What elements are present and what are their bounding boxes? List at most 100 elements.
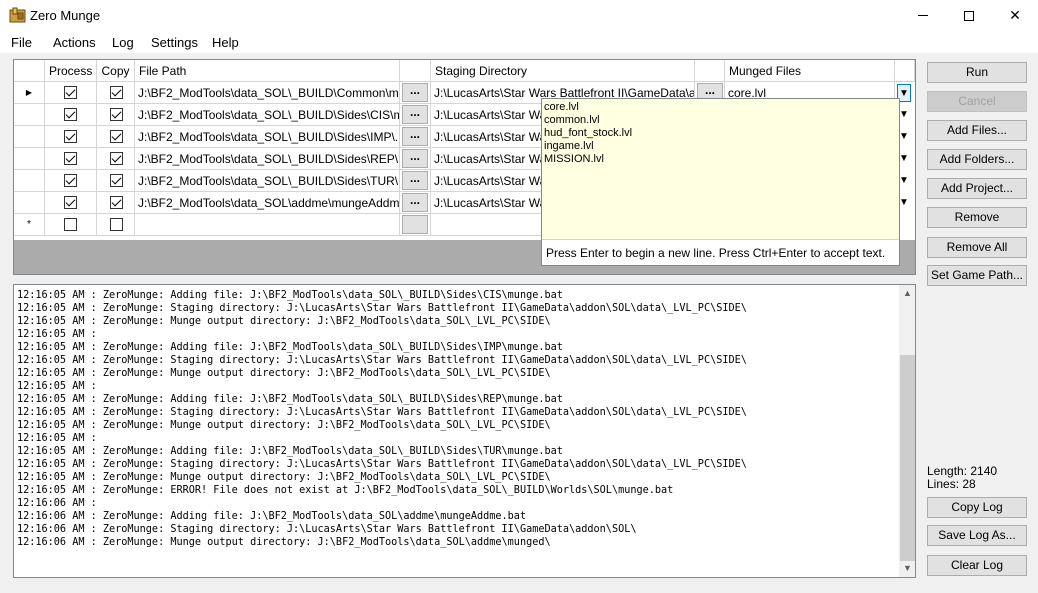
cancel-button[interactable]: Cancel (927, 91, 1027, 112)
dropdown-hint: Press Enter to begin a new line. Press C… (542, 239, 899, 265)
window-title: Zero Munge (30, 8, 101, 23)
munged-files-dropdown[interactable]: core.lvl common.lvl hud_font_stock.lvl inga… (541, 98, 900, 266)
browse-file-button[interactable]: ... (402, 83, 428, 102)
column-header-process[interactable]: Process (45, 60, 97, 82)
scroll-down-icon[interactable]: ▼ (899, 560, 915, 577)
copy-checkbox[interactable] (110, 108, 123, 121)
dropdown-item[interactable]: ingame.lvl (544, 140, 594, 153)
title-bar: Zero Munge ✕ (0, 0, 1038, 31)
row-header[interactable] (14, 126, 45, 148)
file-path-cell[interactable] (135, 214, 400, 236)
log-line: 12:16:06 AM : ZeroMunge: Adding file: J:… (17, 511, 527, 522)
menu-file[interactable]: File (11, 35, 32, 50)
process-checkbox[interactable] (64, 196, 77, 209)
column-header-munged[interactable]: Munged Files (725, 60, 895, 82)
copy-checkbox[interactable] (110, 174, 123, 187)
column-header-filler (895, 60, 915, 82)
file-path-cell[interactable]: J:\BF2_ModTools\data_SOL\_BUILD\Sides\IM… (135, 126, 400, 148)
log-line: 12:16:05 AM : ZeroMunge: Staging directo… (17, 303, 747, 314)
log-line: 12:16:06 AM : (17, 498, 97, 509)
menu-log[interactable]: Log (112, 35, 134, 50)
process-checkbox[interactable] (64, 174, 77, 187)
log-line: 12:16:05 AM : ZeroMunge: Staging directo… (17, 459, 747, 470)
log-scrollbar[interactable]: ▲ ▼ (899, 285, 915, 577)
log-line: 12:16:06 AM : ZeroMunge: Munge output di… (17, 537, 551, 548)
row-header[interactable] (14, 104, 45, 126)
copy-checkbox[interactable] (110, 196, 123, 209)
copy-log-button[interactable]: Copy Log (927, 497, 1027, 518)
log-line: 12:16:05 AM : ZeroMunge: Adding file: J:… (17, 394, 563, 405)
log-line: 12:16:05 AM : ZeroMunge: Adding file: J:… (17, 446, 563, 457)
process-checkbox[interactable] (64, 152, 77, 165)
close-icon: ✕ (1009, 7, 1021, 23)
file-path-cell[interactable]: J:\BF2_ModTools\data_SOL\_BUILD\Sides\TU… (135, 170, 400, 192)
log-line: 12:16:05 AM : (17, 381, 97, 392)
process-checkbox[interactable] (64, 130, 77, 143)
browse-file-button[interactable] (402, 215, 428, 234)
app-icon (9, 7, 26, 23)
dropdown-item[interactable]: common.lvl (544, 114, 600, 127)
column-header-file-path[interactable]: File Path (135, 60, 400, 82)
maximize-icon (964, 10, 974, 21)
file-path-cell[interactable]: J:\BF2_ModTools\data_SOL\_BUILD\Sides\RE… (135, 148, 400, 170)
file-path-cell[interactable]: J:\BF2_ModTools\data_SOL\_BUILD\Sides\CI… (135, 104, 400, 126)
menu-bar: File Actions Log Settings Help (0, 31, 1038, 53)
column-header-file-browse (400, 60, 431, 82)
browse-file-button[interactable]: ... (402, 127, 428, 146)
remove-button[interactable]: Remove (927, 207, 1027, 228)
dropdown-item[interactable]: hud_font_stock.lvl (544, 127, 632, 140)
log-lines: Lines: 28 (927, 477, 976, 491)
process-checkbox[interactable] (64, 218, 77, 231)
file-path-cell[interactable]: J:\BF2_ModTools\data_SOL\addme\mungeAddm… (135, 192, 400, 214)
copy-checkbox[interactable] (110, 130, 123, 143)
add-project-button[interactable]: Add Project... (927, 178, 1027, 199)
row-header[interactable]: * (14, 214, 45, 236)
column-header-staging[interactable]: Staging Directory (431, 60, 695, 82)
remove-all-button[interactable]: Remove All (927, 237, 1027, 258)
log-line: 12:16:05 AM : ZeroMunge: Munge output di… (17, 368, 551, 379)
file-path-cell[interactable]: J:\BF2_ModTools\data_SOL\_BUILD\Common\m… (135, 82, 400, 104)
process-checkbox[interactable] (64, 86, 77, 99)
add-folders-button[interactable]: Add Folders... (927, 149, 1027, 170)
dropdown-item[interactable]: MISSION.lvl (544, 153, 604, 166)
copy-checkbox[interactable] (110, 86, 123, 99)
log-length: Length: 2140 (927, 464, 998, 478)
menu-help[interactable]: Help (212, 35, 239, 50)
log-line: 12:16:05 AM : ZeroMunge: Munge output di… (17, 472, 551, 483)
log-line: 12:16:05 AM : (17, 329, 97, 340)
column-header-copy[interactable]: Copy (97, 60, 135, 82)
log-text: 12:16:05 AM : ZeroMunge: Adding file: J:… (17, 289, 747, 549)
close-button[interactable]: ✕ (992, 0, 1038, 31)
maximize-button[interactable] (946, 0, 992, 31)
log-line: 12:16:05 AM : ZeroMunge: Munge output di… (17, 420, 551, 431)
scrollbar-thumb[interactable] (900, 355, 915, 561)
menu-actions[interactable]: Actions (53, 35, 96, 50)
clear-log-button[interactable]: Clear Log (927, 555, 1027, 576)
process-checkbox[interactable] (64, 108, 77, 121)
copy-checkbox[interactable] (110, 218, 123, 231)
row-header[interactable]: ▶ (14, 82, 45, 104)
minimize-button[interactable] (900, 0, 946, 31)
copy-checkbox[interactable] (110, 152, 123, 165)
run-button[interactable]: Run (927, 62, 1027, 83)
log-line: 12:16:05 AM : ZeroMunge: Munge output di… (17, 316, 551, 327)
log-output[interactable]: 12:16:05 AM : ZeroMunge: Adding file: J:… (13, 284, 916, 578)
browse-file-button[interactable]: ... (402, 105, 428, 124)
row-header[interactable] (14, 148, 45, 170)
minimize-icon (918, 15, 928, 16)
save-log-as-button[interactable]: Save Log As... (927, 525, 1027, 546)
row-header[interactable] (14, 192, 45, 214)
log-line: 12:16:05 AM : ZeroMunge: Staging directo… (17, 407, 747, 418)
browse-file-button[interactable]: ... (402, 149, 428, 168)
scroll-up-icon[interactable]: ▲ (899, 285, 915, 302)
menu-settings[interactable]: Settings (151, 35, 198, 50)
dropdown-item[interactable]: core.lvl (544, 101, 579, 114)
column-header-staging-browse (695, 60, 725, 82)
add-files-button[interactable]: Add Files... (927, 120, 1027, 141)
browse-file-button[interactable]: ... (402, 171, 428, 190)
browse-file-button[interactable]: ... (402, 193, 428, 212)
row-header[interactable] (14, 170, 45, 192)
log-line: 12:16:05 AM : ZeroMunge: Adding file: J:… (17, 342, 563, 353)
set-game-path-button[interactable]: Set Game Path... (927, 265, 1027, 286)
row-header-corner (14, 60, 45, 82)
